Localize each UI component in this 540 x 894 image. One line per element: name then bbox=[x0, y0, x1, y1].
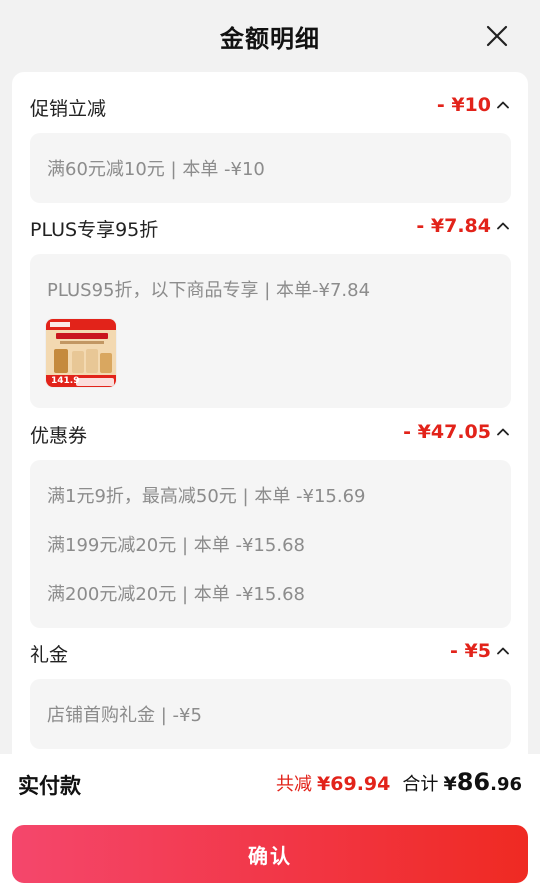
section-amount-toggle[interactable]: - ¥47.05 bbox=[403, 421, 510, 443]
amount-detail-sheet: 金额明细 促销立减 - ¥10 满60元减10元 | 本单 -¥10 PLUS专… bbox=[0, 0, 540, 894]
total-reduction: 共减 ¥69.94 bbox=[276, 770, 390, 796]
confirm-label: 确认 bbox=[248, 843, 292, 868]
section-label: 优惠券 bbox=[30, 425, 88, 447]
section-gift-money: 礼金 - ¥5 店铺首购礼金 | -¥5 bbox=[12, 634, 528, 754]
sum-currency: ¥ bbox=[443, 773, 457, 795]
section-header[interactable]: 优惠券 - ¥47.05 bbox=[12, 415, 528, 455]
section-amount: - ¥5 bbox=[450, 640, 491, 662]
thumbnail-price: 141.9 bbox=[51, 376, 80, 386]
close-button[interactable] bbox=[482, 21, 512, 51]
section-amount: - ¥47.05 bbox=[403, 421, 491, 443]
section-amount-toggle[interactable]: - ¥5 bbox=[450, 640, 510, 662]
chevron-up-icon bbox=[497, 428, 509, 436]
detail-line: PLUS95折，以下商品专享 | 本单-¥7.84 bbox=[47, 280, 371, 301]
confirm-button[interactable]: 确认 bbox=[12, 825, 528, 883]
section-plus-discount: PLUS专享95折 - ¥7.84 PLUS95折，以下商品专享 | 本单-¥7… bbox=[12, 209, 528, 409]
section-header[interactable]: 礼金 - ¥5 bbox=[12, 634, 528, 674]
reduction-value: ¥69.94 bbox=[317, 773, 391, 795]
sum-decimal: .96 bbox=[490, 774, 522, 795]
payment-footer: 实付款 共减 ¥69.94 合计 ¥86.96 确认 bbox=[0, 754, 540, 894]
sheet-header: 金额明细 bbox=[0, 0, 540, 72]
chevron-up-icon bbox=[497, 101, 509, 109]
section-detail-box: PLUS95折，以下商品专享 | 本单-¥7.84 141.9 bbox=[30, 254, 511, 408]
section-amount-toggle[interactable]: - ¥10 bbox=[437, 94, 510, 116]
chevron-up-icon bbox=[497, 647, 509, 655]
section-header[interactable]: 促销立减 - ¥10 bbox=[12, 88, 528, 128]
section-detail-box: 满1元9折，最高减50元 | 本单 -¥15.69 满199元减20元 | 本单… bbox=[30, 460, 511, 628]
section-label: 礼金 bbox=[30, 644, 69, 666]
chevron-up-icon bbox=[497, 222, 509, 230]
section-amount: - ¥10 bbox=[436, 94, 491, 116]
detail-line: 满199元减20元 | 本单 -¥15.68 bbox=[47, 535, 305, 556]
section-amount: - ¥7.84 bbox=[416, 215, 491, 237]
section-amount-toggle[interactable]: - ¥7.84 bbox=[416, 215, 510, 237]
section-promotion: 促销立减 - ¥10 满60元减10元 | 本单 -¥10 bbox=[12, 88, 528, 204]
sheet-title: 金额明细 bbox=[220, 24, 320, 53]
sum-label: 合计 bbox=[402, 774, 439, 795]
pay-label: 实付款 bbox=[18, 774, 81, 798]
totals: 共减 ¥69.94 合计 ¥86.96 bbox=[276, 768, 522, 796]
detail-line: 满200元减20元 | 本单 -¥15.68 bbox=[47, 584, 305, 605]
section-detail-box: 满60元减10元 | 本单 -¥10 bbox=[30, 133, 511, 203]
close-icon bbox=[486, 25, 508, 47]
section-header[interactable]: PLUS专享95折 - ¥7.84 bbox=[12, 209, 528, 249]
detail-line: 满1元9折，最高减50元 | 本单 -¥15.69 bbox=[47, 486, 366, 507]
section-label: 促销立减 bbox=[30, 98, 107, 120]
section-detail-box: 店铺首购礼金 | -¥5 bbox=[30, 679, 511, 749]
sum-integer: 86 bbox=[456, 768, 491, 796]
product-thumbnail[interactable]: 141.9 bbox=[45, 318, 117, 388]
section-coupon: 优惠券 - ¥47.05 满1元9折，最高减50元 | 本单 -¥15.69 满… bbox=[12, 415, 528, 628]
detail-list: 促销立减 - ¥10 满60元减10元 | 本单 -¥10 PLUS专享95折 … bbox=[12, 72, 528, 754]
reduction-label: 共减 bbox=[275, 774, 312, 795]
detail-line: 店铺首购礼金 | -¥5 bbox=[47, 705, 202, 726]
detail-line: 满60元减10元 | 本单 -¥10 bbox=[47, 159, 265, 180]
total-sum: 合计 ¥86.96 bbox=[402, 768, 522, 796]
section-label: PLUS专享95折 bbox=[30, 219, 159, 241]
